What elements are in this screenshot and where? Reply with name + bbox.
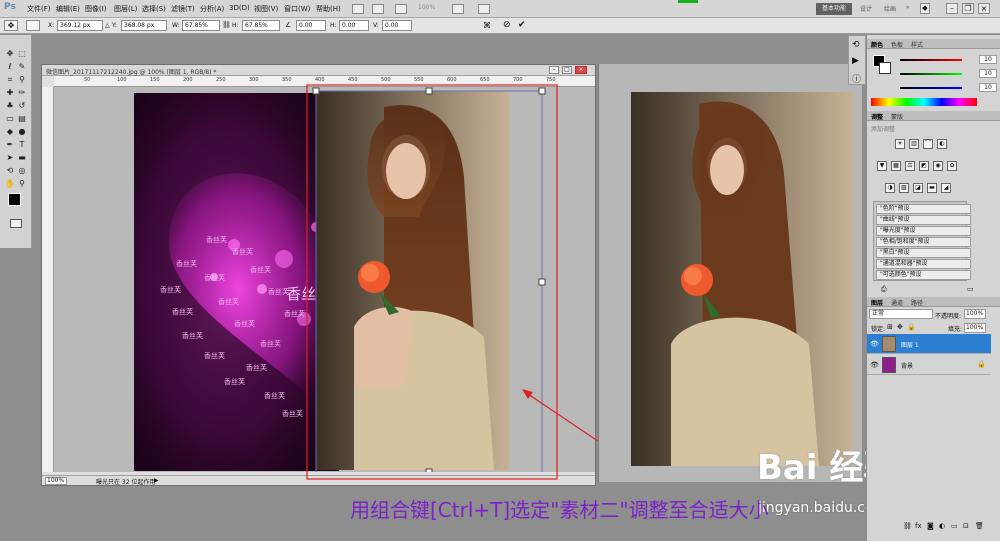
posterize-icon[interactable]: ▨ [899, 183, 909, 193]
layer-name: 图层 1 [901, 342, 919, 349]
layer-row-background[interactable]: 👁 背景 🔒 [867, 355, 991, 375]
preset-selective-color[interactable]: "可选颜色"预设 [876, 270, 971, 280]
info-panel-icon[interactable]: ⓘ [852, 72, 861, 85]
lock-pixels-icon[interactable]: ⊞ [887, 323, 893, 331]
preset-list: "色阶"预设 "曲线"预设 "曝光度"预设 "色相/饱和度"预设 "黑白"预设 … [873, 201, 971, 281]
preset-curves[interactable]: "曲线"预设 [876, 215, 971, 225]
second-document-window[interactable] [598, 64, 862, 482]
layer-name: 背景 [901, 363, 914, 370]
tutorial-caption: 用组合键[Ctrl+T]选定"素材二"调整至合适大小 [350, 498, 769, 522]
tab-layers[interactable]: 图层 [871, 298, 883, 307]
channel-mixer-icon[interactable]: ✿ [947, 161, 957, 171]
hue-saturation-icon[interactable]: ▦ [891, 161, 901, 171]
preset-hue-saturation[interactable]: "色相/饱和度"预设 [876, 237, 971, 247]
add-mask-icon[interactable]: ◙ [927, 522, 934, 530]
right-panels: 颜色 色板 样式 10 10 10 调整 蒙版 添加调整 ☀ ▥ ⌒ ◐ ▼ ▦… [866, 35, 1000, 541]
second-canvas-artwork [631, 92, 853, 466]
adjust-panel-tabs: 调整 蒙版 [867, 111, 1000, 121]
color-panel-tabs: 颜色 色板 样式 [867, 39, 1000, 49]
red-slider[interactable] [900, 59, 962, 61]
tab-styles[interactable]: 样式 [911, 40, 923, 49]
tab-swatches[interactable]: 色板 [891, 40, 903, 49]
invert-icon[interactable]: ◑ [885, 183, 895, 193]
preset-exposure[interactable]: "曝光度"预设 [876, 226, 971, 236]
green-slider[interactable] [900, 73, 962, 75]
threshold-icon[interactable]: ◪ [913, 183, 923, 193]
brightness-icon[interactable]: ☀ [895, 139, 905, 149]
vibrance-icon[interactable]: ▼ [877, 161, 887, 171]
preset-black-white[interactable]: "黑白"预设 [876, 248, 971, 258]
blue-slider[interactable] [900, 87, 962, 89]
tab-paths[interactable]: 路径 [911, 298, 923, 307]
photo-filter-icon[interactable]: ◉ [933, 161, 943, 171]
panel-dock: ⟲ ▶ ⓘ [848, 35, 866, 85]
link-layers-icon[interactable]: ⛓ [903, 522, 912, 530]
new-layer-icon[interactable]: ⊡ [963, 522, 969, 530]
color-balance-icon[interactable]: ⚖ [905, 161, 915, 171]
lock-position-icon[interactable]: ✥ [897, 323, 903, 331]
history-panel-icon[interactable]: ⟲ [852, 40, 860, 50]
layer-row-layer1[interactable]: 👁 图层 1 [867, 334, 991, 354]
layer-style-icon[interactable]: fx [915, 522, 922, 530]
tab-masks[interactable]: 蒙版 [891, 112, 903, 121]
delete-layer-icon[interactable]: 🗑 [975, 522, 984, 530]
color-background-swatch[interactable] [879, 62, 891, 74]
actions-panel-icon[interactable]: ▶ [852, 56, 859, 66]
preset-levels[interactable]: "色阶"预设 [876, 204, 971, 214]
green-value[interactable]: 10 [979, 69, 997, 78]
adjust-footer-icon[interactable]: ⎙ [881, 285, 887, 294]
lock-label: 锁定: [871, 326, 886, 333]
tab-color[interactable]: 颜色 [871, 40, 883, 49]
layer-list: 👁 图层 1 👁 背景 🔒 [867, 334, 991, 376]
curves-icon[interactable]: ⌒ [923, 139, 933, 149]
adjustment-layer-icon[interactable]: ◐ [939, 522, 945, 530]
levels-icon[interactable]: ▥ [909, 139, 919, 149]
black-white-icon[interactable]: ◩ [919, 161, 929, 171]
blue-value[interactable]: 10 [979, 83, 997, 92]
eye-icon[interactable]: 👁 [870, 340, 879, 348]
layers-panel-tabs: 图层 通道 路径 [867, 297, 1000, 307]
opacity-field[interactable]: 100% [964, 309, 986, 319]
color-spectrum-bar[interactable] [871, 98, 977, 106]
eye-icon[interactable]: 👁 [870, 361, 879, 369]
fill-field[interactable]: 100% [964, 323, 986, 333]
tab-channels[interactable]: 通道 [891, 298, 903, 307]
layer-thumbnail [882, 336, 896, 352]
red-value[interactable]: 10 [979, 55, 997, 64]
red-arrow-head [522, 389, 533, 399]
tab-adjustments[interactable]: 调整 [871, 112, 883, 121]
preset-channel-mixer[interactable]: "通道混和器"预设 [876, 259, 971, 269]
fill-label: 填充: [948, 326, 963, 333]
adjust-delete-icon[interactable]: ▭ [967, 285, 974, 293]
new-group-icon[interactable]: ▭ [951, 522, 958, 530]
layer-thumbnail [882, 357, 896, 373]
opacity-label: 不透明度: [935, 313, 962, 320]
exposure-icon[interactable]: ◐ [937, 139, 947, 149]
selective-color-icon[interactable]: ◢ [941, 183, 951, 193]
add-adjustment-heading: 添加调整 [871, 126, 896, 133]
red-highlight-box [306, 84, 558, 480]
lock-all-icon[interactable]: 🔒 [907, 323, 916, 331]
blend-mode-select[interactable]: 正常 [869, 309, 933, 319]
gradient-map-icon[interactable]: ▬ [927, 183, 937, 193]
lock-icon: 🔒 [977, 360, 986, 368]
